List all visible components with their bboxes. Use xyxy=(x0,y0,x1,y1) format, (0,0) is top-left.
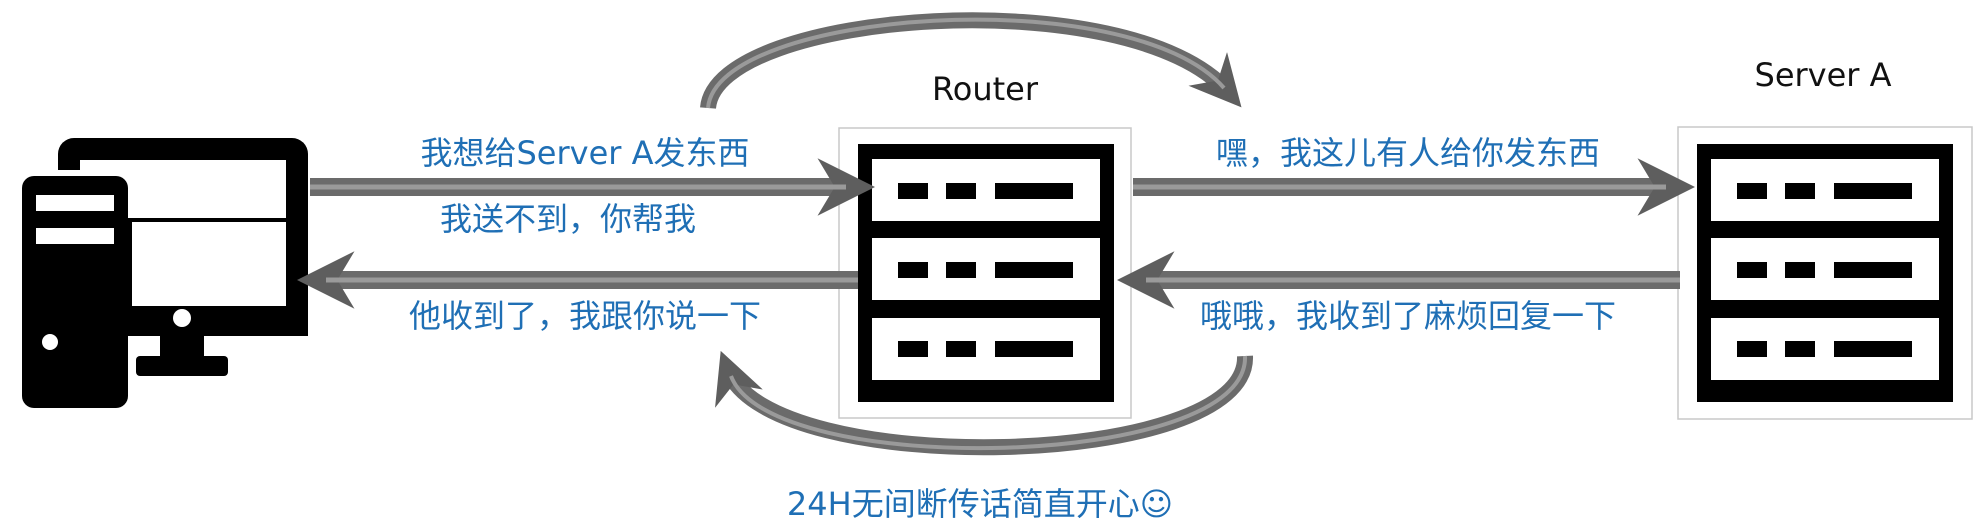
network-diagram: Router Server A 我想给Server A发东西 我送不到，你帮我 … xyxy=(14,12,1973,523)
desktop-computer-icon xyxy=(14,138,308,414)
message-pc-to-router-line2: 我送不到，你帮我 xyxy=(440,200,696,238)
loop-caption: 24H无间断传话简直开心☺ xyxy=(787,485,1173,523)
message-pc-to-router-line1: 我想给Server A发东西 xyxy=(420,134,749,172)
server-icon xyxy=(1677,126,1973,420)
message-server-to-router: 哦哦，我收到了麻烦回复一下 xyxy=(1200,297,1616,335)
router-icon xyxy=(838,127,1132,419)
message-router-to-server: 嘿，我这儿有人给你发东西 xyxy=(1216,134,1600,172)
message-router-to-pc: 他收到了，我跟你说一下 xyxy=(409,297,761,335)
router-label: Router xyxy=(932,70,1039,108)
server-label: Server A xyxy=(1755,56,1892,94)
